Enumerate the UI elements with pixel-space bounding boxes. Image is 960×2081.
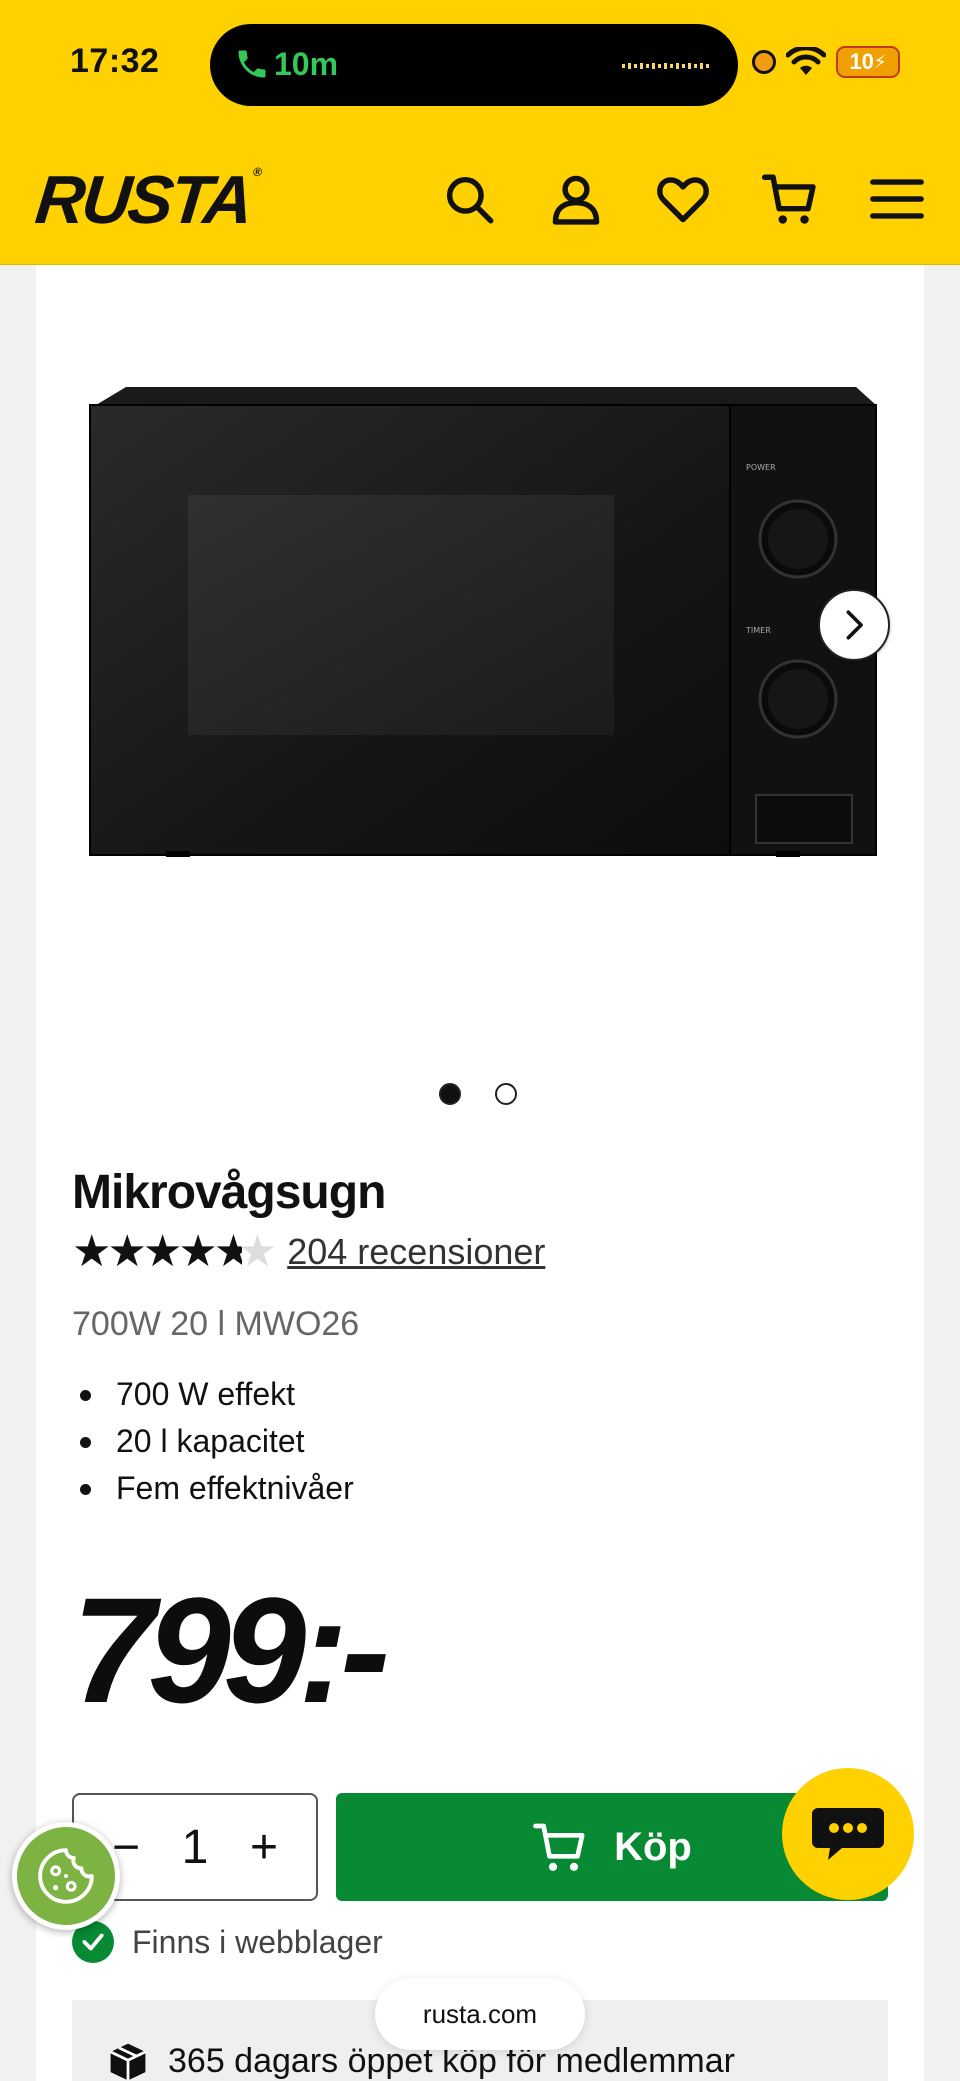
feature-item: Fem effektnivåer <box>72 1465 354 1512</box>
svg-text:TIMER: TIMER <box>745 626 771 635</box>
rusta-logo[interactable]: RUSTA® <box>32 162 260 238</box>
chat-bubble-icon <box>812 1808 884 1860</box>
feature-item: 700 W effekt <box>72 1371 354 1418</box>
search-icon[interactable] <box>440 170 498 228</box>
quantity-value[interactable]: 1 <box>182 1820 209 1875</box>
call-duration: 10m <box>274 46 339 82</box>
cookie-icon <box>38 1848 94 1904</box>
product-title: Mikrovågsugn <box>72 1166 386 1219</box>
cookie-settings-button[interactable] <box>12 1822 120 1930</box>
chat-button[interactable] <box>782 1768 914 1900</box>
product-rating: ★★★★★★ 204 recensioner <box>72 1230 545 1274</box>
quantity-increase-button[interactable]: + <box>250 1820 278 1875</box>
logo-text: RUSTA <box>32 162 255 238</box>
product-subtitle: 700W 20 l MWO26 <box>72 1305 360 1343</box>
feature-list: 700 W effekt 20 l kapacitet Fem effektni… <box>72 1371 354 1512</box>
cart-icon[interactable] <box>761 170 819 228</box>
phone-icon <box>238 50 266 78</box>
menu-icon[interactable] <box>868 170 926 228</box>
feature-item: 20 l kapacitet <box>72 1418 354 1465</box>
stock-text: Finns i webblager <box>132 1923 383 1960</box>
product-image[interactable]: POWER TIMER <box>76 375 906 875</box>
gallery-next-button[interactable] <box>818 589 890 661</box>
gallery-dot-2[interactable] <box>495 1083 517 1105</box>
site-header: RUSTA® <box>0 130 960 265</box>
status-indicators: 10 ⚡ <box>752 46 900 78</box>
gallery-dot-1[interactable] <box>439 1083 461 1105</box>
box-icon <box>109 2043 147 2081</box>
reviews-link[interactable]: 204 recensioner <box>287 1231 545 1273</box>
recording-indicator-icon <box>752 50 776 74</box>
gallery-pagination <box>439 1083 517 1105</box>
status-time: 17:32 <box>70 42 160 80</box>
browser-url-bar[interactable]: rusta.com <box>375 1978 585 2050</box>
audio-wave-icon <box>622 63 709 69</box>
chevron-right-icon <box>846 610 863 640</box>
buy-button-label: Köp <box>614 1824 692 1869</box>
charging-icon: ⚡ <box>873 51 887 72</box>
cart-icon <box>533 1823 585 1871</box>
account-icon[interactable] <box>547 170 605 228</box>
product-price: 799:- <box>72 1566 390 1734</box>
stock-status: Finns i webblager <box>72 1921 383 1963</box>
svg-text:POWER: POWER <box>746 463 776 472</box>
heart-icon[interactable] <box>654 170 712 228</box>
battery-indicator: 10 ⚡ <box>836 46 900 78</box>
status-bar: 17:32 10m 10 ⚡ <box>0 0 960 130</box>
wifi-icon <box>786 47 826 75</box>
dynamic-island[interactable]: 10m <box>210 24 738 106</box>
rating-stars: ★★★★★★ <box>72 1227 277 1276</box>
battery-level: 10 <box>849 49 874 74</box>
